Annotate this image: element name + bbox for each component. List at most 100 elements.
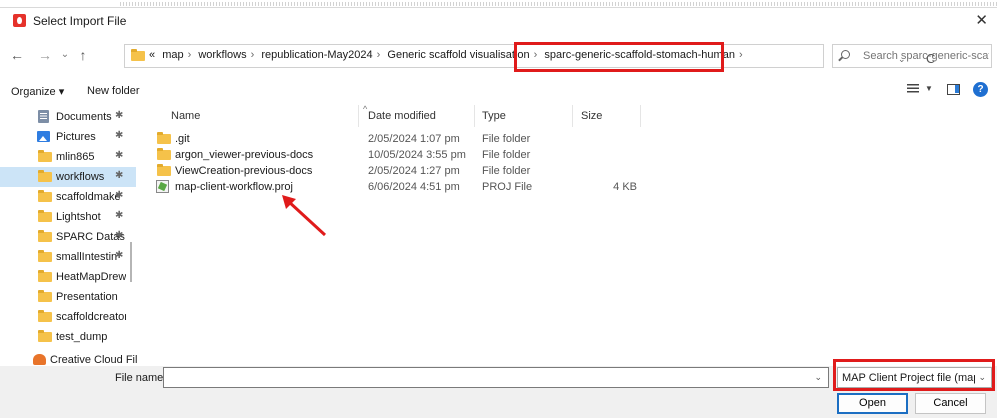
pin-icon: ✱ (115, 150, 124, 161)
view-options-icon[interactable] (907, 84, 919, 94)
sidebar-item[interactable]: Creative Cloud Fil (0, 350, 138, 366)
pictures-icon (37, 131, 50, 142)
highlight-box-file-type (833, 359, 995, 391)
file-size: 4 KB (613, 181, 637, 193)
folder-icon (157, 132, 171, 144)
navigation-pane: Documents ✱ Pictures ✱ mlin865 ✱ workflows ✱ sca… (0, 105, 138, 366)
highlight-box-breadcrumb (514, 42, 724, 72)
breadcrumb-workflows[interactable]: workflows (198, 49, 246, 61)
view-dropdown-icon[interactable]: ▼ (925, 84, 933, 93)
back-button[interactable]: ← (8, 46, 26, 64)
folder-icon (38, 230, 52, 242)
file-name: map-client-workflow.proj (175, 181, 293, 193)
file-row[interactable]: .git 2/05/2024 1:07 pm File folder (140, 131, 700, 147)
folder-icon (38, 290, 52, 302)
navigation-bar: ← → ⌄ ↑ « map › workflows › republication-… (0, 41, 997, 72)
sidebar-item[interactable]: HeatMapDrew-( (0, 267, 136, 287)
folder-icon (131, 49, 145, 61)
column-type[interactable]: Type (482, 110, 506, 122)
cancel-button[interactable]: Cancel (915, 393, 986, 414)
breadcrumb-generic-scaffold[interactable]: Generic scaffold visualisation (387, 49, 529, 61)
file-name: ViewCreation-previous-docs (175, 165, 313, 177)
column-date-modified[interactable]: Date modified (368, 110, 436, 122)
sidebar-item[interactable]: Presentation (0, 287, 136, 307)
folder-icon (38, 170, 52, 182)
help-icon[interactable]: ? (973, 82, 988, 97)
pin-icon: ✱ (115, 250, 124, 261)
sidebar-item[interactable]: scaffoldmake ✱ (0, 187, 136, 207)
search-input[interactable] (863, 48, 989, 64)
file-name-input[interactable] (164, 368, 804, 386)
pin-icon: ✱ (115, 210, 124, 221)
file-row[interactable]: ViewCreation-previous-docs 2/05/2024 1:27… (140, 163, 700, 179)
folder-icon (38, 270, 52, 282)
pin-icon: ✱ (115, 230, 124, 241)
breadcrumb-separator: › (250, 49, 255, 61)
command-bar: Organize ▾ New folder ▼ ? (0, 79, 997, 103)
ruler (120, 2, 997, 6)
sidebar-item[interactable]: smallIntestin ✱ (0, 247, 136, 267)
file-name-combobox[interactable]: ⌄ (163, 367, 829, 388)
folder-icon (38, 250, 52, 262)
chevron-down-icon[interactable]: ⌄ (814, 372, 822, 383)
close-button[interactable]: ✕ (975, 11, 988, 29)
folder-icon (38, 210, 52, 222)
file-type: File folder (482, 133, 531, 145)
column-divider[interactable] (358, 105, 359, 127)
top-strip (0, 0, 997, 8)
file-name: .git (175, 133, 190, 145)
folder-icon (38, 310, 52, 322)
file-date-modified: 2/05/2024 1:27 pm (368, 165, 460, 177)
breadcrumb-separator: › (738, 49, 743, 61)
folder-icon (157, 148, 171, 160)
dialog-title: Select Import File (33, 14, 127, 28)
file-list-header: ^ Name Date modified Type Size (140, 104, 700, 127)
breadcrumb-republication[interactable]: republication-May2024 (261, 49, 372, 61)
sidebar-item[interactable]: Documents ✱ (0, 107, 136, 127)
sidebar-item[interactable]: test_dump (0, 327, 136, 347)
file-date-modified: 10/05/2024 3:55 pm (368, 149, 466, 161)
sidebar-item[interactable]: scaffoldcreator (0, 307, 136, 327)
sidebar-scrollbar[interactable] (130, 242, 132, 282)
file-row[interactable]: map-client-workflow.proj 6/06/2024 4:51 p… (140, 179, 700, 195)
up-button[interactable]: ↑ (74, 46, 92, 64)
sidebar-item-label: Presentation (56, 291, 118, 303)
breadcrumb-overflow[interactable]: « (149, 49, 155, 61)
forward-button[interactable]: → (36, 46, 54, 64)
sidebar-item[interactable]: SPARC Datas ✱ (0, 227, 136, 247)
file-name-label: File name: (115, 372, 167, 384)
sidebar-item[interactable]: workflows ✱ (0, 167, 136, 187)
proj-file-icon (156, 180, 169, 193)
search-box[interactable] (832, 44, 992, 68)
column-divider[interactable] (474, 105, 475, 127)
sidebar-item[interactable]: mlin865 ✱ (0, 147, 136, 167)
open-button[interactable]: Open (837, 393, 908, 414)
select-import-file-dialog: Select Import File ✕ ← → ⌄ ↑ « map › work… (0, 0, 997, 418)
pin-icon: ✱ (115, 190, 124, 201)
sidebar-item[interactable]: Lightshot ✱ (0, 207, 136, 227)
column-name[interactable]: Name (171, 110, 200, 122)
recent-locations-button[interactable]: ⌄ (56, 46, 74, 64)
file-name: argon_viewer-previous-docs (175, 149, 314, 161)
file-date-modified: 6/06/2024 4:51 pm (368, 181, 460, 193)
folder-icon (38, 150, 52, 162)
breadcrumb-separator: › (376, 49, 381, 61)
folder-icon (38, 190, 52, 202)
file-date-modified: 2/05/2024 1:07 pm (368, 133, 460, 145)
column-divider[interactable] (572, 105, 573, 127)
sidebar-item-label: scaffoldcreator (56, 311, 126, 323)
sidebar-item-label: Creative Cloud Fil (50, 354, 138, 366)
file-row[interactable]: argon_viewer-previous-docs 10/05/2024 3:5… (140, 147, 700, 163)
column-size[interactable]: Size (581, 110, 602, 122)
preview-pane-icon[interactable] (947, 84, 960, 95)
organize-button[interactable]: Organize ▾ (11, 85, 64, 98)
pin-icon: ✱ (115, 110, 124, 121)
sidebar-item-label: HeatMapDrew-( (56, 271, 126, 283)
column-divider[interactable] (640, 105, 641, 127)
new-folder-button[interactable]: New folder (87, 85, 140, 97)
creative-cloud-icon (33, 354, 46, 365)
pin-icon: ✱ (115, 130, 124, 141)
sidebar-item[interactable]: Pictures ✱ (0, 127, 136, 147)
breadcrumb-map[interactable]: map (162, 49, 183, 61)
file-type: PROJ File (482, 181, 533, 193)
